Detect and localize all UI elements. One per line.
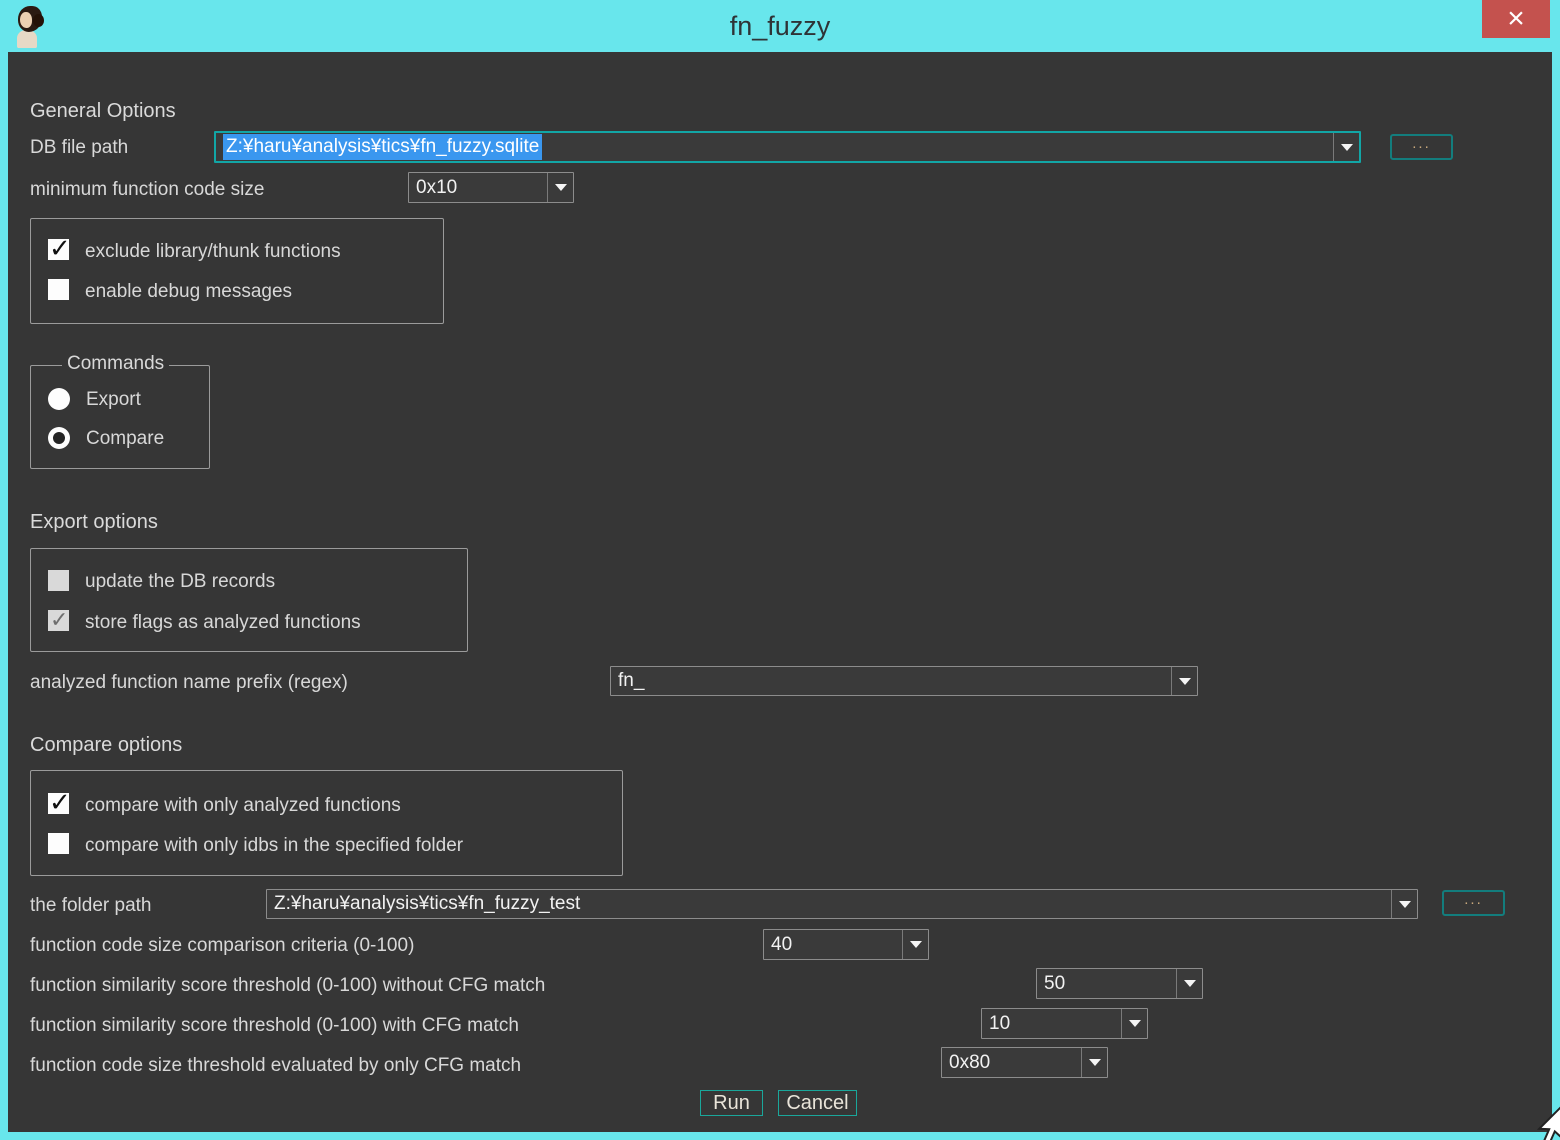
commands-legend: Commands — [62, 353, 169, 375]
code-size-criteria-label: function code size comparison criteria (… — [30, 935, 414, 957]
db-file-path-combobox[interactable]: Z:¥haru¥analysis¥tics¥fn_fuzzy.sqlite — [214, 131, 1361, 163]
chevron-down-icon — [1179, 678, 1191, 685]
min-code-size-label: minimum function code size — [30, 179, 264, 201]
db-file-path-browse-button[interactable]: ... — [1390, 134, 1453, 160]
chevron-down-icon — [1129, 1020, 1141, 1027]
enable-debug-label[interactable]: enable debug messages — [85, 281, 292, 303]
store-flags-label[interactable]: store flags as analyzed functions — [85, 612, 361, 634]
prefix-combobox[interactable]: fn_ — [610, 666, 1198, 696]
export-radio[interactable] — [48, 388, 70, 410]
score-with-cfg-dropdown[interactable] — [1121, 1009, 1147, 1038]
fn-fuzzy-dialog: fn_fuzzy × General Options DB file path … — [0, 0, 1560, 1140]
general-checkbox-group — [30, 218, 444, 324]
prefix-dropdown[interactable] — [1171, 667, 1197, 695]
db-file-path-dropdown[interactable] — [1333, 133, 1359, 161]
score-without-cfg-dropdown[interactable] — [1176, 969, 1202, 998]
exclude-library-checkbox[interactable] — [48, 239, 69, 260]
size-threshold-cfg-dropdown[interactable] — [1081, 1048, 1107, 1077]
window-title: fn_fuzzy — [0, 11, 1560, 42]
export-options-heading: Export options — [30, 511, 158, 534]
score-with-cfg-label: function similarity score threshold (0-1… — [30, 1015, 519, 1037]
compare-options-heading: Compare options — [30, 734, 182, 757]
code-size-criteria-dropdown[interactable] — [902, 930, 928, 959]
close-icon: × — [1507, 4, 1525, 34]
min-code-size-combobox[interactable]: 0x10 — [408, 172, 574, 203]
store-flags-checkbox[interactable] — [48, 610, 69, 631]
folder-path-label: the folder path — [30, 895, 151, 917]
prefix-value: fn_ — [611, 667, 1171, 695]
chevron-down-icon — [910, 941, 922, 948]
chevron-down-icon — [1399, 901, 1411, 908]
chevron-down-icon — [555, 184, 567, 191]
title-bar[interactable]: fn_fuzzy × — [0, 0, 1560, 52]
export-radio-label[interactable]: Export — [86, 389, 141, 411]
size-threshold-cfg-combobox[interactable]: 0x80 — [941, 1047, 1108, 1078]
chevron-down-icon — [1089, 1059, 1101, 1066]
score-without-cfg-combobox[interactable]: 50 — [1036, 968, 1203, 999]
size-threshold-cfg-label: function code size threshold evaluated b… — [30, 1055, 521, 1077]
code-size-criteria-value: 40 — [764, 930, 902, 959]
only-idbs-label[interactable]: compare with only idbs in the specified … — [85, 835, 463, 857]
compare-radio[interactable] — [48, 427, 70, 449]
prefix-label: analyzed function name prefix (regex) — [30, 672, 348, 694]
size-threshold-cfg-value: 0x80 — [942, 1048, 1081, 1077]
cancel-button[interactable]: Cancel — [778, 1090, 857, 1116]
code-size-criteria-combobox[interactable]: 40 — [763, 929, 929, 960]
folder-path-value: Z:¥haru¥analysis¥tics¥fn_fuzzy_test — [267, 890, 1391, 918]
db-file-path-selected-text: Z:¥haru¥analysis¥tics¥fn_fuzzy.sqlite — [223, 134, 542, 160]
export-checkbox-group — [30, 548, 468, 652]
min-code-size-dropdown[interactable] — [547, 173, 573, 202]
score-with-cfg-combobox[interactable]: 10 — [981, 1008, 1148, 1039]
chevron-down-icon — [1341, 144, 1353, 151]
close-button[interactable]: × — [1482, 0, 1550, 38]
chevron-down-icon — [1184, 980, 1196, 987]
general-options-heading: General Options — [30, 100, 176, 123]
enable-debug-checkbox[interactable] — [48, 279, 69, 300]
only-analyzed-checkbox[interactable] — [48, 793, 69, 814]
folder-path-browse-button[interactable]: ... — [1442, 890, 1505, 916]
update-db-checkbox[interactable] — [48, 570, 69, 591]
only-idbs-checkbox[interactable] — [48, 833, 69, 854]
score-with-cfg-value: 10 — [982, 1009, 1121, 1038]
commands-group — [30, 365, 210, 469]
exclude-library-label[interactable]: exclude library/thunk functions — [85, 241, 341, 263]
folder-path-dropdown[interactable] — [1391, 890, 1417, 918]
run-button[interactable]: Run — [700, 1090, 763, 1116]
score-without-cfg-value: 50 — [1037, 969, 1176, 998]
compare-radio-label[interactable]: Compare — [86, 428, 164, 450]
only-analyzed-label[interactable]: compare with only analyzed functions — [85, 795, 401, 817]
update-db-label[interactable]: update the DB records — [85, 571, 275, 593]
min-code-size-value: 0x10 — [409, 173, 547, 202]
compare-checkbox-group — [30, 770, 623, 876]
score-without-cfg-label: function similarity score threshold (0-1… — [30, 975, 545, 997]
mouse-cursor — [1530, 1106, 1560, 1140]
folder-path-combobox[interactable]: Z:¥haru¥analysis¥tics¥fn_fuzzy_test — [266, 889, 1418, 919]
db-file-path-value-area: Z:¥haru¥analysis¥tics¥fn_fuzzy.sqlite — [216, 133, 1333, 161]
db-file-path-label: DB file path — [30, 137, 128, 159]
